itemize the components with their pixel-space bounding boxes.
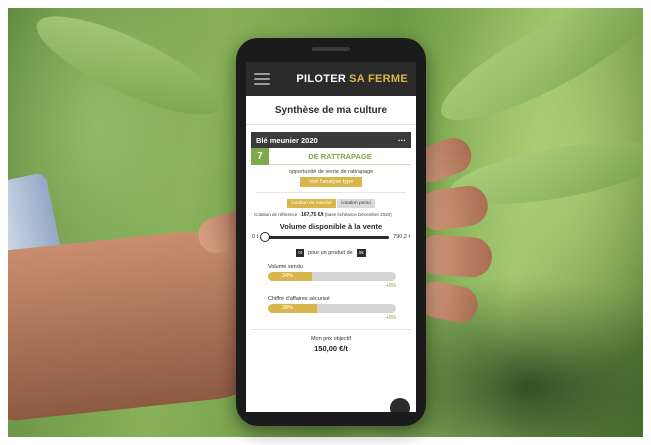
- metric-label: Volume vendu: [268, 264, 303, 270]
- target-price-label: Mon prix objectif: [310, 336, 352, 342]
- crop-card-header: Blé meunier 2020 ···: [251, 132, 411, 148]
- volume-slider[interactable]: [260, 231, 390, 242]
- reference-value: 167,75 €/t: [301, 212, 324, 218]
- metric-volume-sold: Volume vendu 34% +0%: [268, 264, 396, 289]
- hamburger-menu-icon[interactable]: [254, 73, 270, 85]
- crop-name: Blé meunier 2020: [256, 135, 318, 145]
- more-options-icon[interactable]: ···: [398, 136, 406, 145]
- view-analysis-button[interactable]: Voir l'analyse type: [300, 177, 362, 187]
- leaf-shape: [427, 8, 643, 141]
- brand-part1: PILOTER: [296, 73, 347, 85]
- score-badge: 7: [251, 147, 269, 165]
- phone-screen: PILOTER SA FERME Synthèse de ma culture B…: [246, 62, 416, 412]
- page-title: Synthèse de ma culture: [246, 96, 416, 125]
- volume-slider-handle[interactable]: [260, 231, 271, 242]
- finger: [416, 233, 494, 279]
- metric-delta: +0%: [385, 315, 396, 321]
- slider-min-label: 0 t: [252, 234, 259, 240]
- metric-revenue-secured: Chiffre d'affaires sécurisé 38% +0%: [268, 296, 396, 321]
- score-label: DE RATTRAPAGE: [308, 151, 372, 161]
- score-row: 7 DE RATTRAPAGE: [251, 147, 411, 165]
- progress-fill: 38%: [268, 304, 317, 313]
- opportunity-text: opportunité de vente de rattrapage: [288, 169, 374, 175]
- volume-title: Volume disponible à la vente: [279, 222, 383, 231]
- brand-part2: SA FERME: [349, 73, 408, 85]
- leaf-shape: [25, 8, 231, 133]
- reference-suffix: (base échéance Décembre 2020): [324, 212, 392, 217]
- floating-action-button[interactable]: [390, 398, 410, 412]
- product-row: 0t pour un produit de 0€: [246, 249, 416, 257]
- metric-delta: +0%: [385, 283, 396, 289]
- app-header: PILOTER SA FERME: [246, 62, 416, 96]
- reference-quotation: Cotation de référence : 167,75 €/t (base…: [254, 212, 408, 218]
- quantity-box[interactable]: 0t: [296, 249, 305, 257]
- slider-max-label: 790,2 t: [393, 234, 410, 240]
- target-price-section: Mon prix objectif 150,00 €/t: [251, 329, 411, 353]
- metric-label: Chiffre d'affaires sécurisé: [268, 296, 330, 302]
- price-box[interactable]: 0€: [356, 249, 366, 257]
- app-logo: PILOTER SA FERME: [296, 73, 408, 85]
- divider: [256, 192, 406, 193]
- target-price-value: 150,00 €/t: [314, 344, 348, 353]
- phone-speaker: [312, 47, 350, 51]
- quotation-tabs: cotation du marché cotation perso: [246, 199, 416, 208]
- product-text: pour un produit de: [308, 250, 353, 256]
- finger: [415, 183, 491, 233]
- tab-personal-quotation[interactable]: cotation perso: [336, 199, 375, 208]
- progress-bar: 34%: [268, 272, 396, 281]
- progress-bar: 38%: [268, 304, 396, 313]
- phone: PILOTER SA FERME Synthèse de ma culture B…: [236, 38, 426, 426]
- progress-fill: 34%: [268, 272, 312, 281]
- volume-slider-row: 0 t 790,2 t: [252, 231, 410, 242]
- reference-prefix: Cotation de référence :: [254, 212, 300, 217]
- tab-market-quotation[interactable]: cotation du marché: [287, 199, 336, 208]
